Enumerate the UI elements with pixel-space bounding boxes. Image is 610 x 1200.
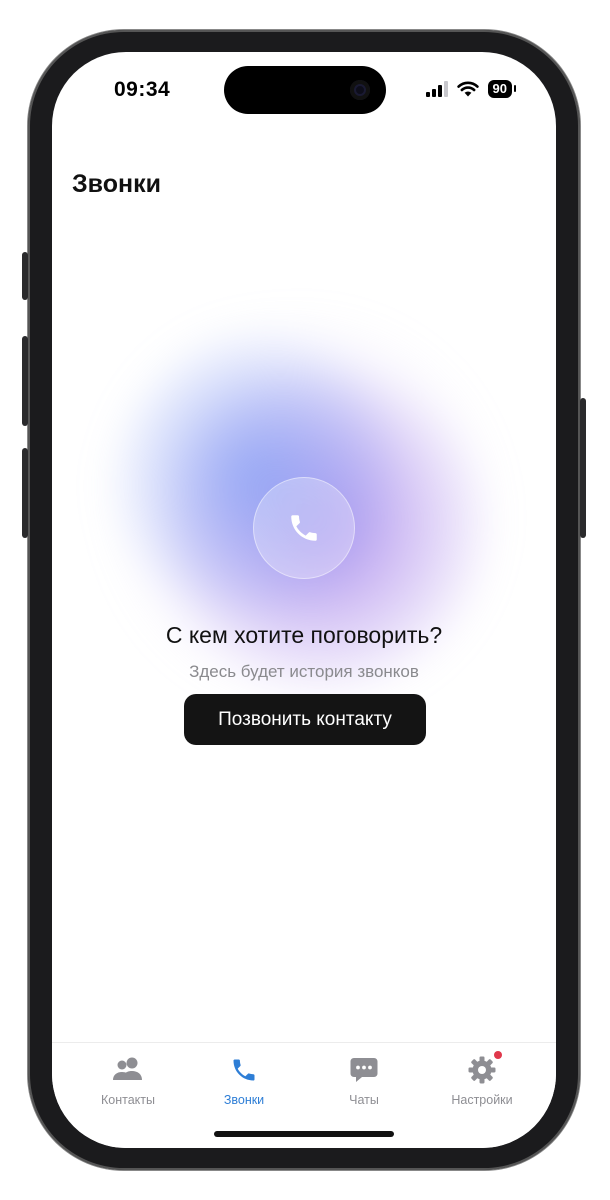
tab-label: Настройки bbox=[451, 1093, 513, 1107]
contacts-icon bbox=[113, 1057, 142, 1080]
action-button bbox=[22, 252, 28, 300]
screen: 09:34 90 Звонки С кем хотите поговорить?… bbox=[52, 52, 556, 1148]
volume-down-button bbox=[22, 448, 28, 538]
empty-state-illustration bbox=[253, 477, 355, 579]
volume-up-button bbox=[22, 336, 28, 426]
battery-icon: 90 bbox=[487, 80, 517, 98]
wifi-icon bbox=[456, 81, 479, 97]
notification-badge bbox=[494, 1051, 502, 1059]
status-indicators: 90 bbox=[425, 80, 517, 98]
tab-label: Контакты bbox=[101, 1093, 155, 1107]
signal-icon bbox=[425, 81, 448, 97]
phone-icon bbox=[233, 1059, 255, 1081]
empty-state-title: С кем хотите поговорить? bbox=[165, 622, 443, 648]
home-indicator[interactable] bbox=[214, 1131, 394, 1137]
camera-icon bbox=[350, 80, 370, 100]
power-button bbox=[580, 398, 586, 538]
tab-settings[interactable]: Настройки bbox=[422, 1051, 542, 1107]
status-time: 09:34 bbox=[114, 78, 171, 101]
chat-icon bbox=[350, 1058, 378, 1082]
tab-chats[interactable]: Чаты bbox=[304, 1053, 424, 1107]
tab-calls[interactable]: Звонки bbox=[184, 1053, 304, 1107]
tab-label: Чаты bbox=[349, 1093, 379, 1107]
phone-frame: 09:34 90 Звонки С кем хотите поговорить?… bbox=[22, 30, 586, 1170]
call-contact-button[interactable]: Позвонить контакту bbox=[184, 694, 426, 745]
empty-state-subtitle: Здесь будет история звонков bbox=[189, 662, 419, 681]
page-title: Звонки bbox=[72, 170, 161, 198]
dynamic-island bbox=[224, 66, 386, 114]
gear-icon bbox=[468, 1056, 496, 1084]
tab-contacts[interactable]: Контакты bbox=[68, 1053, 188, 1107]
phone-icon bbox=[291, 515, 317, 541]
tab-label: Звонки bbox=[223, 1093, 265, 1107]
